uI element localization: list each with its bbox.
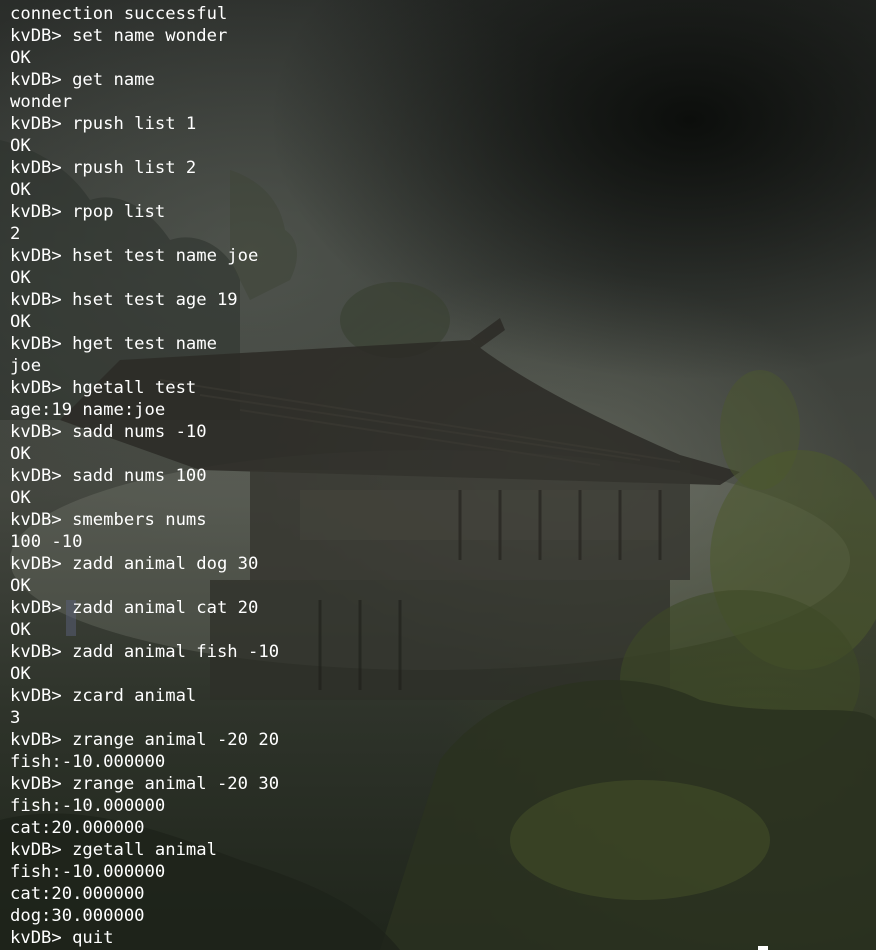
- output-line: OK: [10, 136, 31, 156]
- output-line: OK: [10, 48, 31, 68]
- command-line: kvDB> zgetall animal: [10, 840, 217, 860]
- command-line: kvDB> rpush list 1: [10, 114, 197, 134]
- command-line: kvDB> rpop list: [10, 202, 166, 222]
- command-line: kvDB> zcard animal: [10, 686, 197, 706]
- command-line: kvDB> zrange animal -20 20: [10, 730, 280, 750]
- output-line: 100 -10: [10, 532, 83, 552]
- output-line: OK: [10, 180, 31, 200]
- output-line: connection successful: [10, 4, 228, 24]
- output-line: fish:-10.000000: [10, 862, 166, 882]
- output-line: cat:20.000000: [10, 818, 145, 838]
- output-line: fish:-10.000000: [10, 752, 166, 772]
- command-line: kvDB> set name wonder: [10, 26, 228, 46]
- command-line: kvDB> hset test name joe: [10, 246, 259, 266]
- command-line: kvDB> hget test name: [10, 334, 217, 354]
- output-line: OK: [10, 488, 31, 508]
- command-line: kvDB> hgetall test: [10, 378, 197, 398]
- command-line: kvDB> zadd animal cat 20: [10, 598, 259, 618]
- command-line: kvDB> rpush list 2: [10, 158, 197, 178]
- output-line: OK: [10, 664, 31, 684]
- output-line: OK: [10, 620, 31, 640]
- command-line: kvDB> zadd animal dog 30: [10, 554, 259, 574]
- output-line: OK: [10, 576, 31, 596]
- command-line: kvDB> hset test age 19: [10, 290, 238, 310]
- output-line: fish:-10.000000: [10, 796, 166, 816]
- command-line: kvDB> zadd animal fish -10: [10, 642, 280, 662]
- output-line: OK: [10, 312, 31, 332]
- output-line: dog:30.000000: [10, 906, 145, 926]
- output-line: OK: [10, 268, 31, 288]
- text-cursor: [758, 946, 768, 950]
- command-line: kvDB> get name: [10, 70, 155, 90]
- command-line: kvDB> sadd nums -10: [10, 422, 207, 442]
- command-line: kvDB> quit: [10, 928, 114, 948]
- terminal-window[interactable]: connection successful kvDB> set name wond…: [0, 0, 876, 950]
- output-line: OK: [10, 444, 31, 464]
- output-line: wonder: [10, 92, 73, 112]
- output-line: 3: [10, 708, 21, 728]
- command-line: kvDB> smembers nums: [10, 510, 207, 530]
- terminal-output: connection successful kvDB> set name wond…: [10, 3, 279, 949]
- command-line: kvDB> sadd nums 100: [10, 466, 207, 486]
- output-line: 2: [10, 224, 21, 244]
- output-line: age:19 name:joe: [10, 400, 166, 420]
- output-line: cat:20.000000: [10, 884, 145, 904]
- command-line: kvDB> zrange animal -20 30: [10, 774, 280, 794]
- output-line: joe: [10, 356, 42, 376]
